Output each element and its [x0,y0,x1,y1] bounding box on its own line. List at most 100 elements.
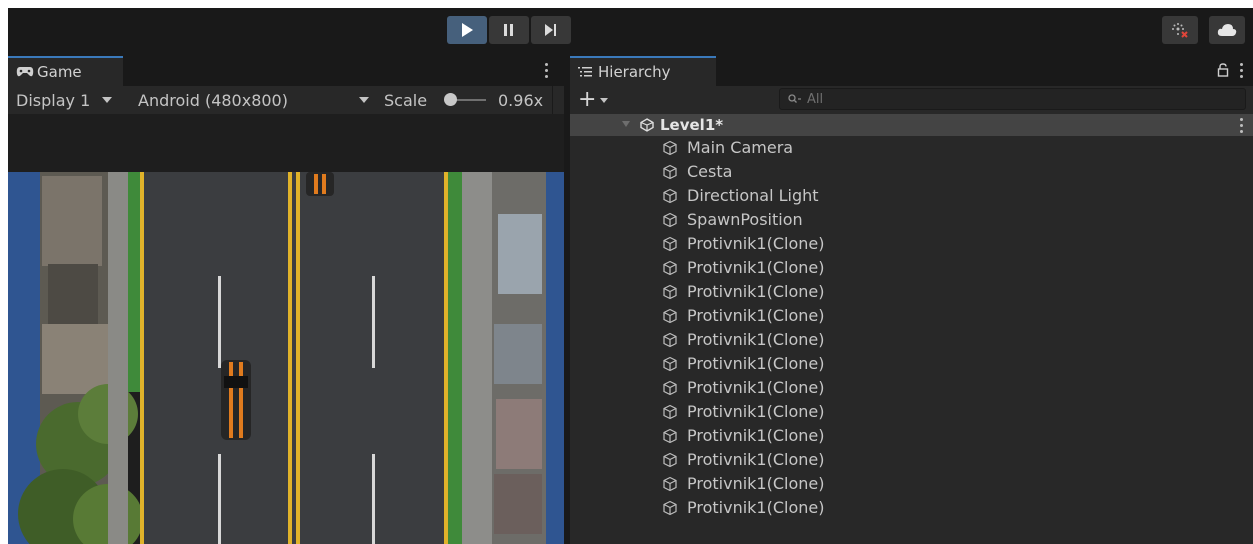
hierarchy-search-input[interactable]: All [779,88,1246,110]
scene-name: Level1* [660,116,724,134]
collab-error-icon [1172,23,1188,38]
scale-label: Scale [384,90,428,110]
step-icon [545,24,556,36]
hierarchy-item-label: Protivnik1(Clone) [687,402,825,421]
playmode-controls [447,16,571,44]
plus-icon: + [578,87,597,112]
gameobject-cube-icon [662,212,678,232]
gameobject-cube-icon [662,500,678,520]
hierarchy-item-label: Protivnik1(Clone) [687,354,825,373]
hierarchy-item-label: Protivnik1(Clone) [687,258,825,277]
toolbar-divider [552,86,553,114]
collab-button[interactable] [1162,16,1198,44]
cloud-icon [1217,24,1237,36]
unity-editor: Game Display 1 Android (480x800) Scale 0… [8,8,1253,544]
tab-hierarchy[interactable]: Hierarchy [570,56,716,86]
hierarchy-item[interactable]: Main Camera [570,136,1253,160]
hierarchy-item[interactable]: Protivnik1(Clone) [570,448,1253,472]
hierarchy-item-label: Protivnik1(Clone) [687,282,825,301]
gameobject-cube-icon [662,332,678,352]
hierarchy-item[interactable]: Protivnik1(Clone) [570,424,1253,448]
scale-slider-handle[interactable] [444,93,457,106]
hierarchy-item-label: Protivnik1(Clone) [687,474,825,493]
hierarchy-item-label: Protivnik1(Clone) [687,498,825,517]
gameobject-cube-icon [662,476,678,496]
hierarchy-item[interactable]: Protivnik1(Clone) [570,376,1253,400]
list-icon [578,67,592,77]
gameobject-cube-icon [662,236,678,256]
hierarchy-item[interactable]: Cesta [570,160,1253,184]
gameobject-cube-icon [662,380,678,400]
hierarchy-item-label: Protivnik1(Clone) [687,234,825,253]
gameobject-cube-icon [662,140,678,160]
resolution-dropdown[interactable]: Android (480x800) [138,86,370,114]
tab-game[interactable]: Game [8,56,123,86]
hierarchy-item-label: Protivnik1(Clone) [687,450,825,469]
hierarchy-item[interactable]: Protivnik1(Clone) [570,328,1253,352]
resolution-value: Android (480x800) [138,90,288,110]
hierarchy-item[interactable]: SpawnPosition [570,208,1253,232]
tab-game-label: Game [37,63,82,81]
gameobject-cube-icon [662,308,678,328]
play-icon [462,23,473,37]
step-button[interactable] [531,16,571,44]
cloud-button[interactable] [1209,16,1245,44]
chevron-down-icon [359,97,369,103]
hierarchy-item[interactable]: Protivnik1(Clone) [570,352,1253,376]
gameobject-cube-icon [662,452,678,472]
chevron-down-icon [102,97,113,103]
hierarchy-tabbar: Hierarchy [570,56,1253,86]
main-toolbar [8,8,1253,52]
hierarchy-item[interactable]: Protivnik1(Clone) [570,496,1253,520]
hierarchy-item[interactable]: Protivnik1(Clone) [570,304,1253,328]
gameobject-cube-icon [662,404,678,424]
game-toolbar: Display 1 Android (480x800) Scale 0.96x [8,86,564,114]
hierarchy-item[interactable]: Protivnik1(Clone) [570,232,1253,256]
hierarchy-tree: Level1* Main Camera Cesta Directional Ligh… [570,114,1253,544]
scale-value: 0.96x [498,90,544,110]
game-menu-kebab[interactable] [539,60,553,80]
gameobject-cube-icon [662,260,678,280]
hierarchy-item-label: SpawnPosition [687,210,803,229]
display-value: Display 1 [16,90,91,110]
gameobject-cube-icon [662,164,678,184]
foldout-arrow-icon[interactable] [622,121,630,127]
scene-menu-kebab[interactable] [1234,115,1248,135]
search-placeholder: All [807,91,824,107]
hierarchy-menu-kebab[interactable] [1234,60,1248,80]
hierarchy-item[interactable]: Protivnik1(Clone) [570,472,1253,496]
hierarchy-item-label: Cesta [687,162,733,181]
gameobject-cube-icon [662,284,678,304]
create-button[interactable]: + [578,86,609,114]
hierarchy-item-label: Main Camera [687,138,794,157]
search-icon [788,94,801,103]
hierarchy-item-label: Protivnik1(Clone) [687,378,825,397]
hierarchy-item-label: Protivnik1(Clone) [687,330,825,349]
road-scene [8,114,564,544]
hierarchy-item[interactable]: Protivnik1(Clone) [570,400,1253,424]
game-viewport[interactable] [8,114,564,544]
gameobject-cube-icon [662,428,678,448]
tab-hierarchy-label: Hierarchy [598,63,671,81]
scene-row[interactable]: Level1* [570,114,1253,136]
play-button[interactable] [447,16,487,44]
hierarchy-item[interactable]: Protivnik1(Clone) [570,256,1253,280]
hierarchy-toolbar: + All [570,86,1253,114]
display-dropdown[interactable]: Display 1 [16,86,113,114]
hierarchy-item-label: Protivnik1(Clone) [687,426,825,445]
gameobject-cube-icon [662,188,678,208]
hierarchy-item-label: Directional Light [687,186,819,205]
hierarchy-panel: Hierarchy + All Level1* Main Camera Cest… [570,56,1253,544]
pause-button[interactable] [489,16,529,44]
hierarchy-item-label: Protivnik1(Clone) [687,306,825,325]
gamepad-icon [16,67,34,77]
hierarchy-item[interactable]: Protivnik1(Clone) [570,280,1253,304]
gameobject-cube-icon [662,356,678,376]
game-tabbar: Game [8,56,564,86]
unity-scene-icon [640,118,654,132]
lock-icon[interactable] [1217,63,1229,77]
pause-icon [504,24,513,36]
hierarchy-item[interactable]: Directional Light [570,184,1253,208]
chevron-down-icon [600,97,609,103]
game-panel: Game Display 1 Android (480x800) Scale 0… [8,56,564,544]
